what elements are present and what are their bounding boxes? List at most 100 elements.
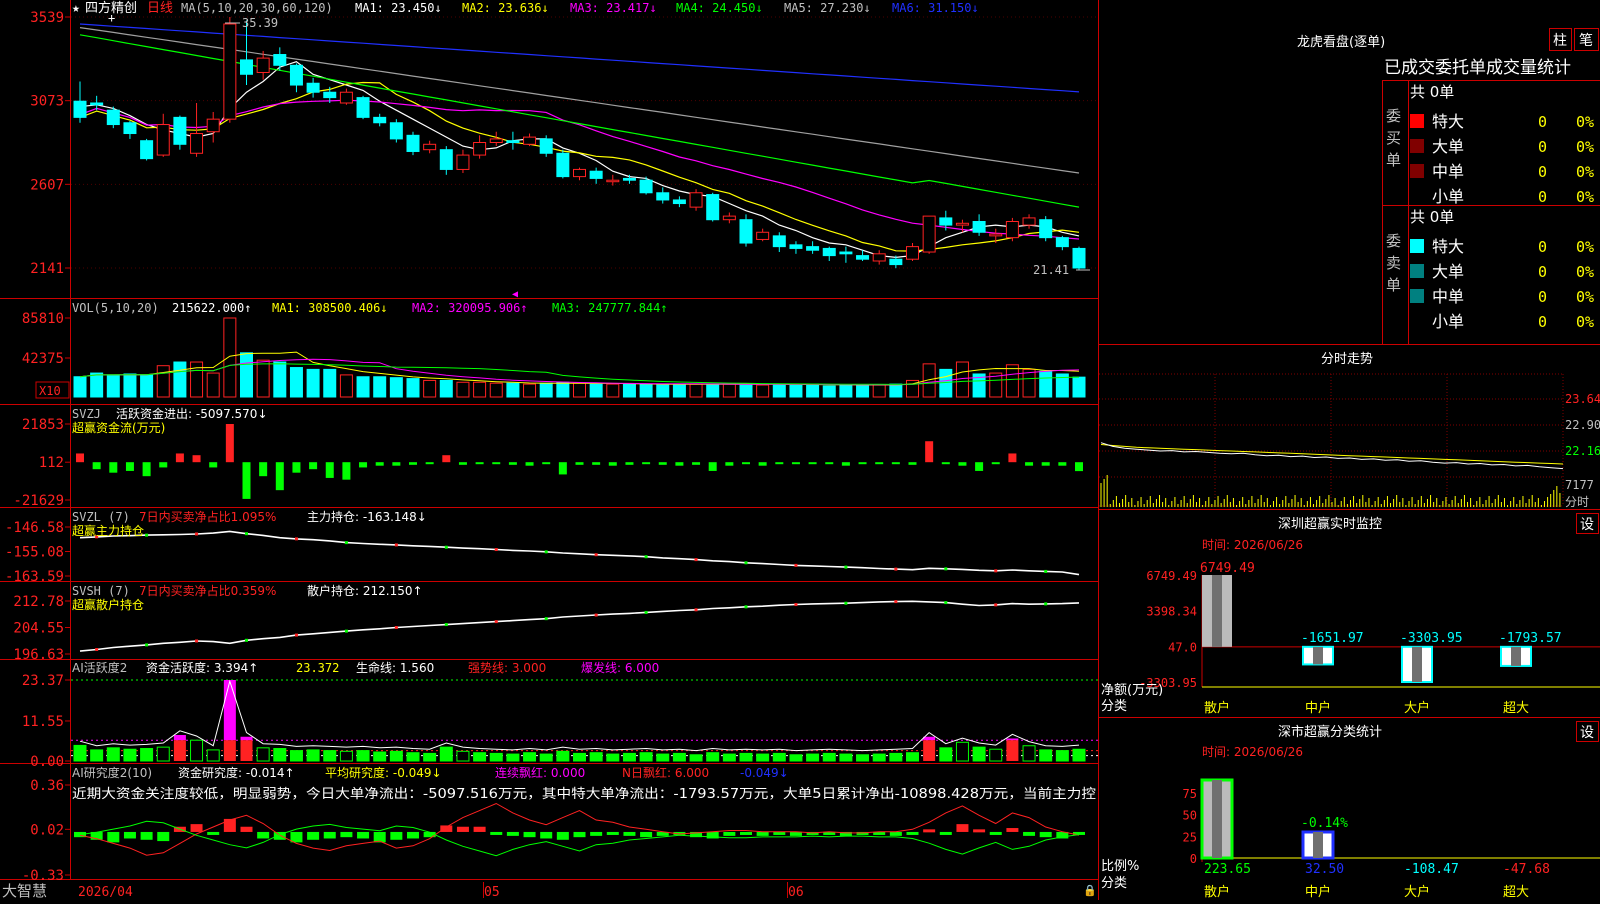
svzj-bar bbox=[475, 462, 484, 465]
bar-view-label[interactable]: 柱 bbox=[1553, 33, 1567, 49]
candle-body bbox=[939, 217, 953, 226]
ai1-bar bbox=[689, 754, 703, 762]
svzl-value: 主力持仓: -163.148↓ bbox=[307, 509, 427, 524]
svzj-bars[interactable] bbox=[76, 424, 1083, 499]
ai1-bar bbox=[73, 744, 87, 762]
volume-bar bbox=[506, 382, 520, 398]
classification-bar-chart[interactable]: 75 50 25 0 -0.14% 223.65 散户 32.50 中户 -108.47 大户 -47… bbox=[1183, 778, 1600, 900]
lock-icon[interactable]: 🔒 bbox=[1083, 884, 1097, 897]
svzl-line[interactable] bbox=[79, 530, 1080, 576]
svzj-bar bbox=[558, 462, 567, 475]
volume-bar bbox=[822, 385, 836, 398]
volume-bar bbox=[639, 383, 653, 398]
buy-row-label: 中单 bbox=[1432, 162, 1464, 181]
ai2-bar bbox=[789, 831, 802, 836]
svzj-tick-label: 112 bbox=[39, 455, 64, 471]
candlestick-series[interactable] bbox=[73, 17, 1086, 270]
price-tick-label: 3073 bbox=[30, 94, 64, 110]
svzl-tick-label: -163.59 bbox=[5, 569, 64, 585]
svsh-panel: 212.78 204.55 196.63 SVSH (7) 7日内买卖净占比0.35… bbox=[13, 583, 1080, 663]
ai2-bar bbox=[207, 831, 220, 835]
svzj-bar bbox=[242, 462, 251, 499]
volume-bar bbox=[589, 383, 603, 398]
date-label-may: 05 bbox=[484, 885, 500, 900]
monitor-bar-chart[interactable]: 6749.49 3398.34 47.0 -3303.95 6749.49 散户 -1651… bbox=[1139, 561, 1600, 716]
tick-view-label[interactable]: 笔 bbox=[1579, 33, 1593, 49]
ai2-bar bbox=[223, 818, 236, 832]
svzj-bar bbox=[1008, 453, 1017, 463]
intraday-chart[interactable] bbox=[1100, 442, 1564, 507]
svzj-bar bbox=[1058, 462, 1067, 466]
svsh-point bbox=[944, 601, 948, 605]
ai1-v2: 23.372 bbox=[296, 661, 339, 675]
ai1-bar bbox=[123, 748, 137, 762]
favorite-star-icon[interactable]: ★ bbox=[72, 1, 80, 16]
svzj-bar bbox=[109, 462, 118, 473]
mon-category: 中户 bbox=[1305, 700, 1331, 716]
ai1-bar bbox=[256, 747, 270, 762]
svzl-point bbox=[145, 533, 149, 537]
ai2-v2: 平均研究度: -0.049↓ bbox=[325, 765, 442, 780]
svsh-point bbox=[794, 603, 798, 607]
svzj-bar bbox=[192, 455, 201, 463]
volume-bar bbox=[439, 379, 453, 398]
ma4-value: MA4: 24.450↓ bbox=[676, 1, 763, 15]
svzj-bar bbox=[425, 462, 434, 465]
svzj-bar bbox=[492, 462, 501, 465]
candle-body bbox=[989, 233, 1003, 237]
ai1-bar bbox=[1039, 749, 1053, 762]
volume-bar bbox=[689, 383, 703, 398]
svsh-desc: 7日内买卖净占比0.359% bbox=[139, 583, 276, 598]
ai2-bar bbox=[640, 831, 653, 838]
ai2-bar bbox=[956, 824, 969, 832]
ai1-bar bbox=[756, 753, 770, 762]
cls-settings-label[interactable]: 设 bbox=[1580, 725, 1594, 741]
candle-body bbox=[273, 54, 287, 66]
ai2-bars[interactable] bbox=[74, 818, 1085, 843]
stock-terminal: 3539 3073 2607 2141 ★ 四方精创 日线 MA(5,10,20,30… bbox=[0, 0, 1600, 900]
ai1-bar bbox=[489, 752, 503, 762]
volume-bar bbox=[123, 373, 137, 398]
cls-value-label: 32.50 bbox=[1305, 862, 1344, 877]
ai1-label: AI活跃度2 bbox=[72, 660, 127, 675]
period-label[interactable]: 日线 bbox=[147, 1, 173, 16]
candle-body bbox=[1072, 247, 1086, 269]
mon-settings-label[interactable]: 设 bbox=[1580, 517, 1594, 533]
svsh-point bbox=[195, 639, 199, 643]
svsh-line[interactable] bbox=[79, 600, 1080, 652]
volume-bar bbox=[306, 368, 320, 398]
ai1-bar bbox=[373, 751, 387, 762]
mon-value-label: -3303.95 bbox=[1400, 631, 1463, 646]
ai1-bar bbox=[506, 753, 520, 762]
ma3-value: MA3: 23.417↓ bbox=[570, 1, 657, 15]
svzl-point bbox=[444, 545, 448, 549]
svsh-title: 超赢散户持仓 bbox=[72, 597, 144, 612]
volume-bar bbox=[706, 383, 720, 398]
price-y-axis: 3539 3073 2607 2141 bbox=[30, 10, 70, 277]
volume-bar bbox=[1022, 368, 1036, 398]
sell-row-value: 0 bbox=[1538, 288, 1547, 306]
svzj-bar bbox=[742, 462, 750, 465]
candle-body bbox=[123, 122, 137, 135]
svzj-bar bbox=[175, 453, 184, 463]
svzj-bar bbox=[309, 462, 318, 470]
ai1-tick-label: 11.55 bbox=[22, 714, 64, 730]
buy-row-value: 0 bbox=[1538, 188, 1547, 206]
intraday-grid bbox=[1099, 373, 1564, 507]
ai2-bar bbox=[1006, 828, 1019, 832]
price-tick-label: 2141 bbox=[30, 261, 64, 277]
svzj-bar bbox=[975, 462, 984, 471]
svzj-bar bbox=[608, 462, 617, 466]
ai1-bars[interactable] bbox=[73, 679, 1086, 762]
volume-bar bbox=[73, 376, 87, 398]
svzj-y-axis: 21853 112 -21629 bbox=[13, 417, 70, 509]
ma2-value: MA2: 23.636↓ bbox=[462, 1, 549, 15]
candle-body bbox=[523, 136, 537, 145]
vol-unit[interactable]: X10 bbox=[39, 384, 61, 398]
ai1-bar bbox=[989, 748, 1003, 762]
candle-body bbox=[506, 140, 520, 143]
vol-value: 215622.000↑ bbox=[172, 301, 251, 315]
volume-bars[interactable] bbox=[73, 317, 1086, 398]
terminal-canvas[interactable]: 3539307326072141 ★ 四方精创 日线 MA(5,10,20,30… bbox=[0, 0, 1600, 900]
svsh-point bbox=[145, 643, 149, 647]
